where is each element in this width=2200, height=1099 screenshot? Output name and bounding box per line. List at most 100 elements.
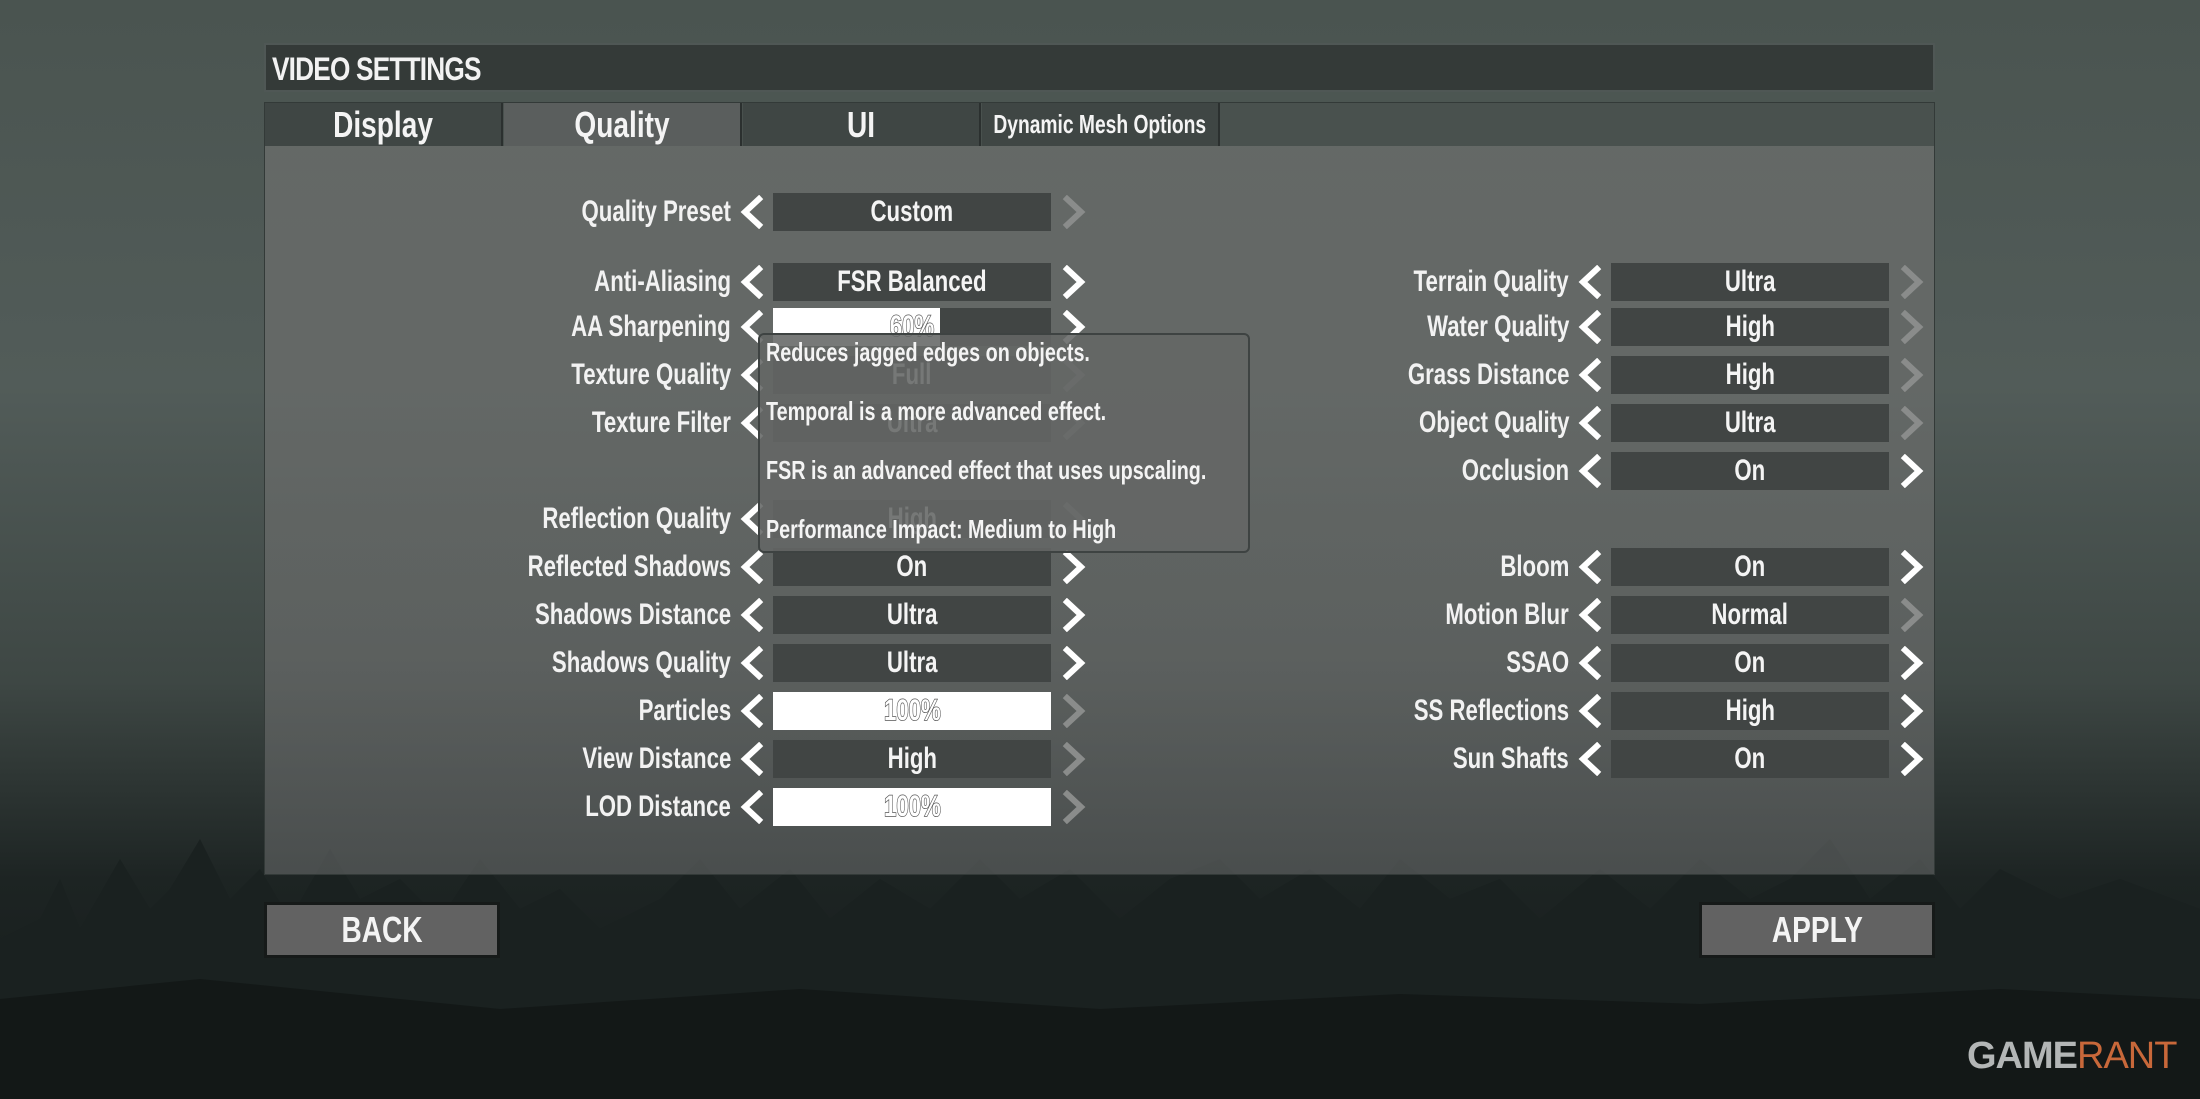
chevron-left-icon[interactable] bbox=[737, 789, 767, 825]
tab-ui[interactable]: UI bbox=[743, 103, 981, 146]
watermark-part2: RANT bbox=[2077, 1035, 2177, 1077]
tooltip-line: Performance Impact: Medium to High bbox=[766, 514, 1117, 544]
setting-value: 100% bbox=[883, 693, 941, 728]
tab-label: Display bbox=[333, 103, 433, 145]
chevron-left-icon[interactable] bbox=[1575, 645, 1605, 681]
chevron-left-icon[interactable] bbox=[1575, 741, 1605, 777]
chevron-left-icon[interactable] bbox=[737, 264, 767, 300]
chevron-left-icon[interactable] bbox=[1575, 357, 1605, 393]
setting-label-view-distance: View Distance bbox=[582, 742, 732, 775]
chevron-right-icon[interactable] bbox=[1897, 741, 1927, 777]
tooltip-line: Temporal is a more advanced effect. bbox=[766, 396, 1107, 426]
value-ss-reflections[interactable]: High bbox=[1611, 692, 1889, 730]
chevron-right-icon[interactable] bbox=[1897, 405, 1927, 441]
value-quality-preset[interactable]: Custom bbox=[773, 193, 1051, 231]
chevron-right-icon[interactable] bbox=[1897, 549, 1927, 585]
value-view-distance[interactable]: High bbox=[773, 740, 1051, 778]
apply-button-label: APPLY bbox=[1771, 909, 1863, 950]
tab-quality[interactable]: Quality bbox=[504, 103, 742, 146]
chevron-right-icon[interactable] bbox=[1059, 645, 1089, 681]
setting-label-aa-sharpening: AA Sharpening bbox=[571, 310, 732, 343]
chevron-left-icon[interactable] bbox=[1575, 309, 1605, 345]
chevron-left-icon[interactable] bbox=[737, 194, 767, 230]
setting-value: On bbox=[1734, 742, 1766, 775]
value-shadows-quality[interactable]: Ultra bbox=[773, 644, 1051, 682]
tooltip: Reduces jagged edges on objects. Tempora… bbox=[758, 333, 1250, 553]
chevron-left-icon[interactable] bbox=[1575, 549, 1605, 585]
chevron-left-icon[interactable] bbox=[737, 645, 767, 681]
chevron-left-icon[interactable] bbox=[737, 549, 767, 585]
tab-dynamic-mesh-options[interactable]: Dynamic Mesh Options bbox=[982, 103, 1220, 146]
slider-lod-distance[interactable]: 100% bbox=[773, 788, 1051, 826]
chevron-right-icon[interactable] bbox=[1897, 597, 1927, 633]
tooltip-line: Reduces jagged edges on objects. bbox=[766, 337, 1090, 367]
tab-display[interactable]: Display bbox=[265, 103, 503, 146]
chevron-right-icon[interactable] bbox=[1897, 693, 1927, 729]
setting-label-reflection-quality: Reflection Quality bbox=[542, 502, 732, 535]
apply-button[interactable]: APPLY bbox=[1699, 902, 1935, 958]
chevron-left-icon[interactable] bbox=[737, 741, 767, 777]
setting-value: High bbox=[1725, 358, 1775, 391]
setting-label-sun-shafts: Sun Shafts bbox=[1453, 742, 1570, 775]
setting-label-shadows-distance: Shadows Distance bbox=[534, 598, 732, 631]
chevron-right-icon[interactable] bbox=[1897, 264, 1927, 300]
chevron-left-icon[interactable] bbox=[1575, 405, 1605, 441]
setting-label-ss-reflections: SS Reflections bbox=[1413, 694, 1570, 727]
chevron-left-icon[interactable] bbox=[1575, 264, 1605, 300]
chevron-right-icon[interactable] bbox=[1059, 693, 1089, 729]
setting-label-texture-filter: Texture Filter bbox=[592, 406, 732, 439]
setting-label-anti-aliasing: Anti-Aliasing bbox=[594, 265, 732, 298]
setting-label-motion-blur: Motion Blur bbox=[1445, 598, 1570, 631]
chevron-right-icon[interactable] bbox=[1059, 194, 1089, 230]
value-anti-aliasing[interactable]: FSR Balanced bbox=[773, 263, 1051, 301]
setting-value: High bbox=[1725, 310, 1775, 343]
setting-label-occlusion: Occlusion bbox=[1461, 454, 1570, 487]
chevron-left-icon[interactable] bbox=[1575, 693, 1605, 729]
chevron-right-icon[interactable] bbox=[1059, 264, 1089, 300]
setting-value: Normal bbox=[1711, 598, 1789, 631]
back-button-label: BACK bbox=[341, 909, 423, 950]
chevron-right-icon[interactable] bbox=[1059, 549, 1089, 585]
tooltip-line: FSR is an advanced effect that uses upsc… bbox=[766, 455, 1207, 485]
value-shadows-distance[interactable]: Ultra bbox=[773, 596, 1051, 634]
value-motion-blur[interactable]: Normal bbox=[1611, 596, 1889, 634]
setting-label-grass-distance: Grass Distance bbox=[1407, 358, 1570, 391]
value-terrain-quality[interactable]: Ultra bbox=[1611, 263, 1889, 301]
setting-value: High bbox=[887, 742, 937, 775]
value-bloom[interactable]: On bbox=[1611, 548, 1889, 586]
chevron-right-icon[interactable] bbox=[1897, 453, 1927, 489]
back-button[interactable]: BACK bbox=[264, 902, 500, 958]
chevron-right-icon[interactable] bbox=[1897, 357, 1927, 393]
chevron-right-icon[interactable] bbox=[1059, 597, 1089, 633]
setting-value: Ultra bbox=[1724, 265, 1776, 298]
watermark-part1: GAME bbox=[1967, 1035, 2078, 1077]
chevron-right-icon[interactable] bbox=[1897, 309, 1927, 345]
setting-label-object-quality: Object Quality bbox=[1418, 406, 1570, 439]
value-water-quality[interactable]: High bbox=[1611, 308, 1889, 346]
chevron-left-icon[interactable] bbox=[737, 597, 767, 633]
tab-label: Quality bbox=[574, 103, 670, 145]
chevron-left-icon[interactable] bbox=[737, 693, 767, 729]
chevron-left-icon[interactable] bbox=[1575, 597, 1605, 633]
chevron-right-icon[interactable] bbox=[1897, 645, 1927, 681]
value-ssao[interactable]: On bbox=[1611, 644, 1889, 682]
setting-value: Ultra bbox=[886, 646, 938, 679]
setting-value: Ultra bbox=[1724, 406, 1776, 439]
value-reflected-shadows[interactable]: On bbox=[773, 548, 1051, 586]
chevron-right-icon[interactable] bbox=[1059, 789, 1089, 825]
setting-value: On bbox=[896, 550, 928, 583]
chevron-left-icon[interactable] bbox=[1575, 453, 1605, 489]
chevron-right-icon[interactable] bbox=[1059, 741, 1089, 777]
value-grass-distance[interactable]: High bbox=[1611, 356, 1889, 394]
setting-value: On bbox=[1734, 454, 1766, 487]
setting-value: On bbox=[1734, 646, 1766, 679]
slider-particles[interactable]: 100% bbox=[773, 692, 1051, 730]
setting-label-ssao: SSAO bbox=[1506, 646, 1570, 679]
setting-label-lod-distance: LOD Distance bbox=[585, 790, 732, 823]
value-object-quality[interactable]: Ultra bbox=[1611, 404, 1889, 442]
tab-bar: Display Quality UI Dynamic Mesh Options bbox=[265, 103, 1934, 146]
value-sun-shafts[interactable]: On bbox=[1611, 740, 1889, 778]
value-occlusion[interactable]: On bbox=[1611, 452, 1889, 490]
setting-label-shadows-quality: Shadows Quality bbox=[552, 646, 732, 679]
setting-value: FSR Balanced bbox=[837, 265, 987, 298]
